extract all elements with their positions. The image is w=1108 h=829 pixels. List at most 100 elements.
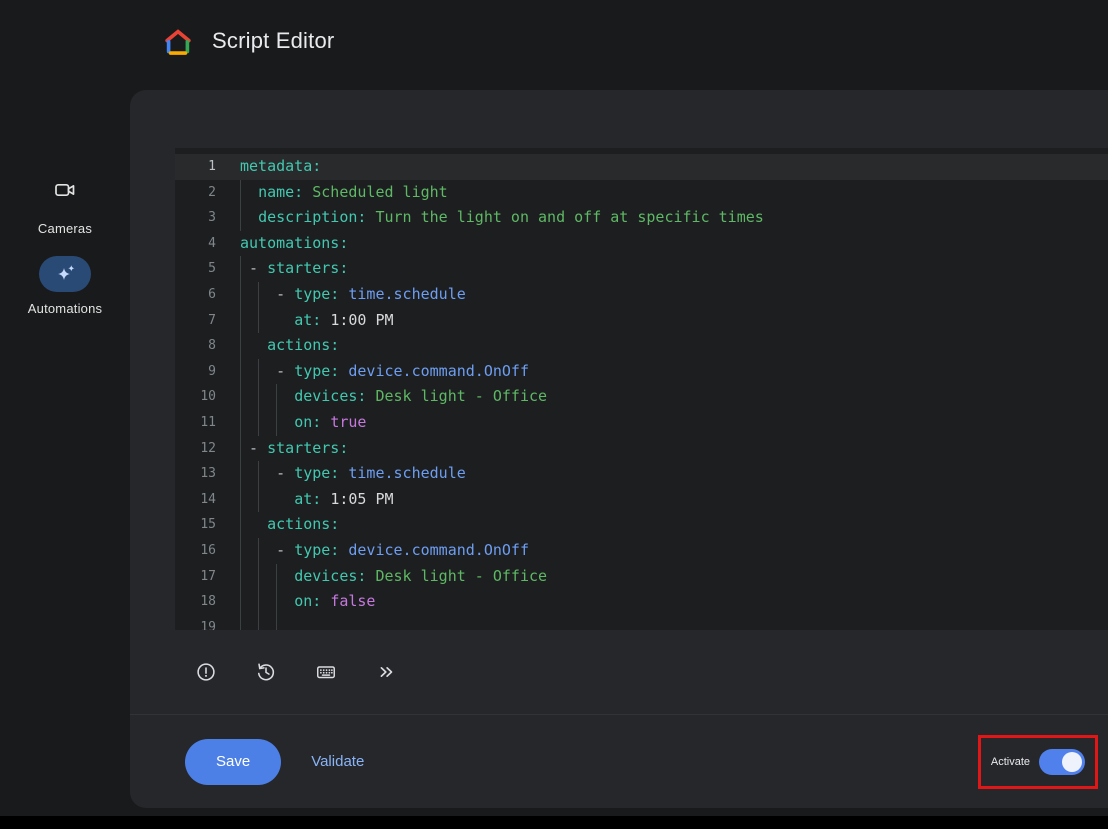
problems-button[interactable] [187, 653, 225, 691]
indent-guide [240, 487, 241, 513]
code-line-text: on: false [232, 589, 1108, 615]
indent-guide [276, 589, 277, 615]
code-line[interactable]: 16 - type: device.command.OnOff [175, 538, 1108, 564]
indent-guide [240, 359, 241, 385]
code-line-text: actions: [232, 512, 1108, 538]
code-line[interactable]: 9 - type: device.command.OnOff [175, 359, 1108, 385]
indent-guide [240, 410, 241, 436]
code-line-text: description: Turn the light on and off a… [232, 205, 1108, 231]
more-tools-button[interactable] [367, 653, 405, 691]
line-number: 19 [175, 615, 232, 630]
indent-guide [240, 282, 241, 308]
line-number: 2 [175, 180, 232, 206]
code-line-text: devices: Desk light - Office [232, 384, 1108, 410]
history-icon [255, 661, 277, 683]
code-line[interactable]: 11 on: true [175, 410, 1108, 436]
active-pill [39, 256, 91, 292]
action-bar: Save Validate Activate [130, 714, 1108, 808]
code-line[interactable]: 17 devices: Desk light - Office [175, 564, 1108, 590]
indent-guide [240, 308, 241, 334]
indent-guide [240, 256, 241, 282]
line-number: 8 [175, 333, 232, 359]
save-button[interactable]: Save [185, 739, 281, 785]
line-number: 4 [175, 231, 232, 257]
google-home-logo [162, 25, 194, 57]
sparkle-icon [53, 262, 77, 286]
indent-guide [258, 564, 259, 590]
indent-guide [258, 384, 259, 410]
code-line-text [232, 615, 1108, 630]
indent-guide [276, 615, 277, 630]
double-chevron-icon [375, 661, 397, 683]
editor-toolbar [175, 630, 1108, 714]
code-line-text: on: true [232, 410, 1108, 436]
editor-card: 1metadata:2 name: Scheduled light3 descr… [130, 90, 1108, 808]
code-line[interactable]: 12 - starters: [175, 436, 1108, 462]
keyboard-button[interactable] [307, 653, 345, 691]
line-number: 13 [175, 461, 232, 487]
indent-guide [240, 180, 241, 206]
code-line[interactable]: 19 [175, 615, 1108, 630]
code-line-text: at: 1:00 PM [232, 308, 1108, 334]
code-line[interactable]: 15 actions: [175, 512, 1108, 538]
indent-guide [240, 436, 241, 462]
history-button[interactable] [247, 653, 285, 691]
indent-guide [258, 615, 259, 630]
line-number: 14 [175, 487, 232, 513]
indent-guide [258, 410, 259, 436]
line-number: 11 [175, 410, 232, 436]
sidebar-item-label: Automations [0, 301, 130, 316]
page-title: Script Editor [212, 28, 334, 54]
code-line-text: automations: [232, 231, 1108, 257]
code-line[interactable]: 8 actions: [175, 333, 1108, 359]
code-editor[interactable]: 1metadata:2 name: Scheduled light3 descr… [175, 148, 1108, 630]
camera-icon [53, 178, 77, 202]
code-line[interactable]: 7 at: 1:00 PM [175, 308, 1108, 334]
line-number: 10 [175, 384, 232, 410]
indent-guide [258, 461, 259, 487]
line-number: 17 [175, 564, 232, 590]
code-line-text: at: 1:05 PM [232, 487, 1108, 513]
code-line[interactable]: 3 description: Turn the light on and off… [175, 205, 1108, 231]
code-line-text: - type: time.schedule [232, 461, 1108, 487]
line-number: 5 [175, 256, 232, 282]
activate-label: Activate [991, 756, 1030, 768]
validate-button[interactable]: Validate [311, 753, 364, 770]
code-line[interactable]: 6 - type: time.schedule [175, 282, 1108, 308]
code-line-text: metadata: [232, 154, 1108, 180]
indent-guide [258, 308, 259, 334]
code-line[interactable]: 4automations: [175, 231, 1108, 257]
code-line[interactable]: 1metadata: [175, 154, 1108, 180]
line-number: 12 [175, 436, 232, 462]
code-line[interactable]: 13 - type: time.schedule [175, 461, 1108, 487]
code-line[interactable]: 14 at: 1:05 PM [175, 487, 1108, 513]
code-line[interactable]: 5 - starters: [175, 256, 1108, 282]
line-number: 6 [175, 282, 232, 308]
indent-guide [258, 589, 259, 615]
indent-guide [276, 564, 277, 590]
keyboard-icon [315, 661, 337, 683]
indent-guide [276, 384, 277, 410]
alert-circle-icon [195, 661, 217, 683]
code-line[interactable]: 2 name: Scheduled light [175, 180, 1108, 206]
line-number: 3 [175, 205, 232, 231]
indent-guide [240, 538, 241, 564]
indent-guide [240, 615, 241, 630]
sidebar-item-automations[interactable]: Automations [0, 256, 130, 316]
activate-toggle[interactable] [1039, 749, 1085, 775]
code-line[interactable]: 10 devices: Desk light - Office [175, 384, 1108, 410]
line-number: 9 [175, 359, 232, 385]
code-line[interactable]: 18 on: false [175, 589, 1108, 615]
indent-guide [276, 410, 277, 436]
indent-guide [258, 487, 259, 513]
code-line-text: - type: device.command.OnOff [232, 359, 1108, 385]
indent-guide [258, 538, 259, 564]
annotation-highlight-box: Activate [978, 735, 1098, 789]
code-line-text: - starters: [232, 436, 1108, 462]
sidebar-item-cameras[interactable]: Cameras [0, 178, 130, 236]
indent-guide [258, 282, 259, 308]
sidebar-item-label: Cameras [0, 221, 130, 236]
indent-guide [258, 359, 259, 385]
line-number: 7 [175, 308, 232, 334]
code-line-text: devices: Desk light - Office [232, 564, 1108, 590]
